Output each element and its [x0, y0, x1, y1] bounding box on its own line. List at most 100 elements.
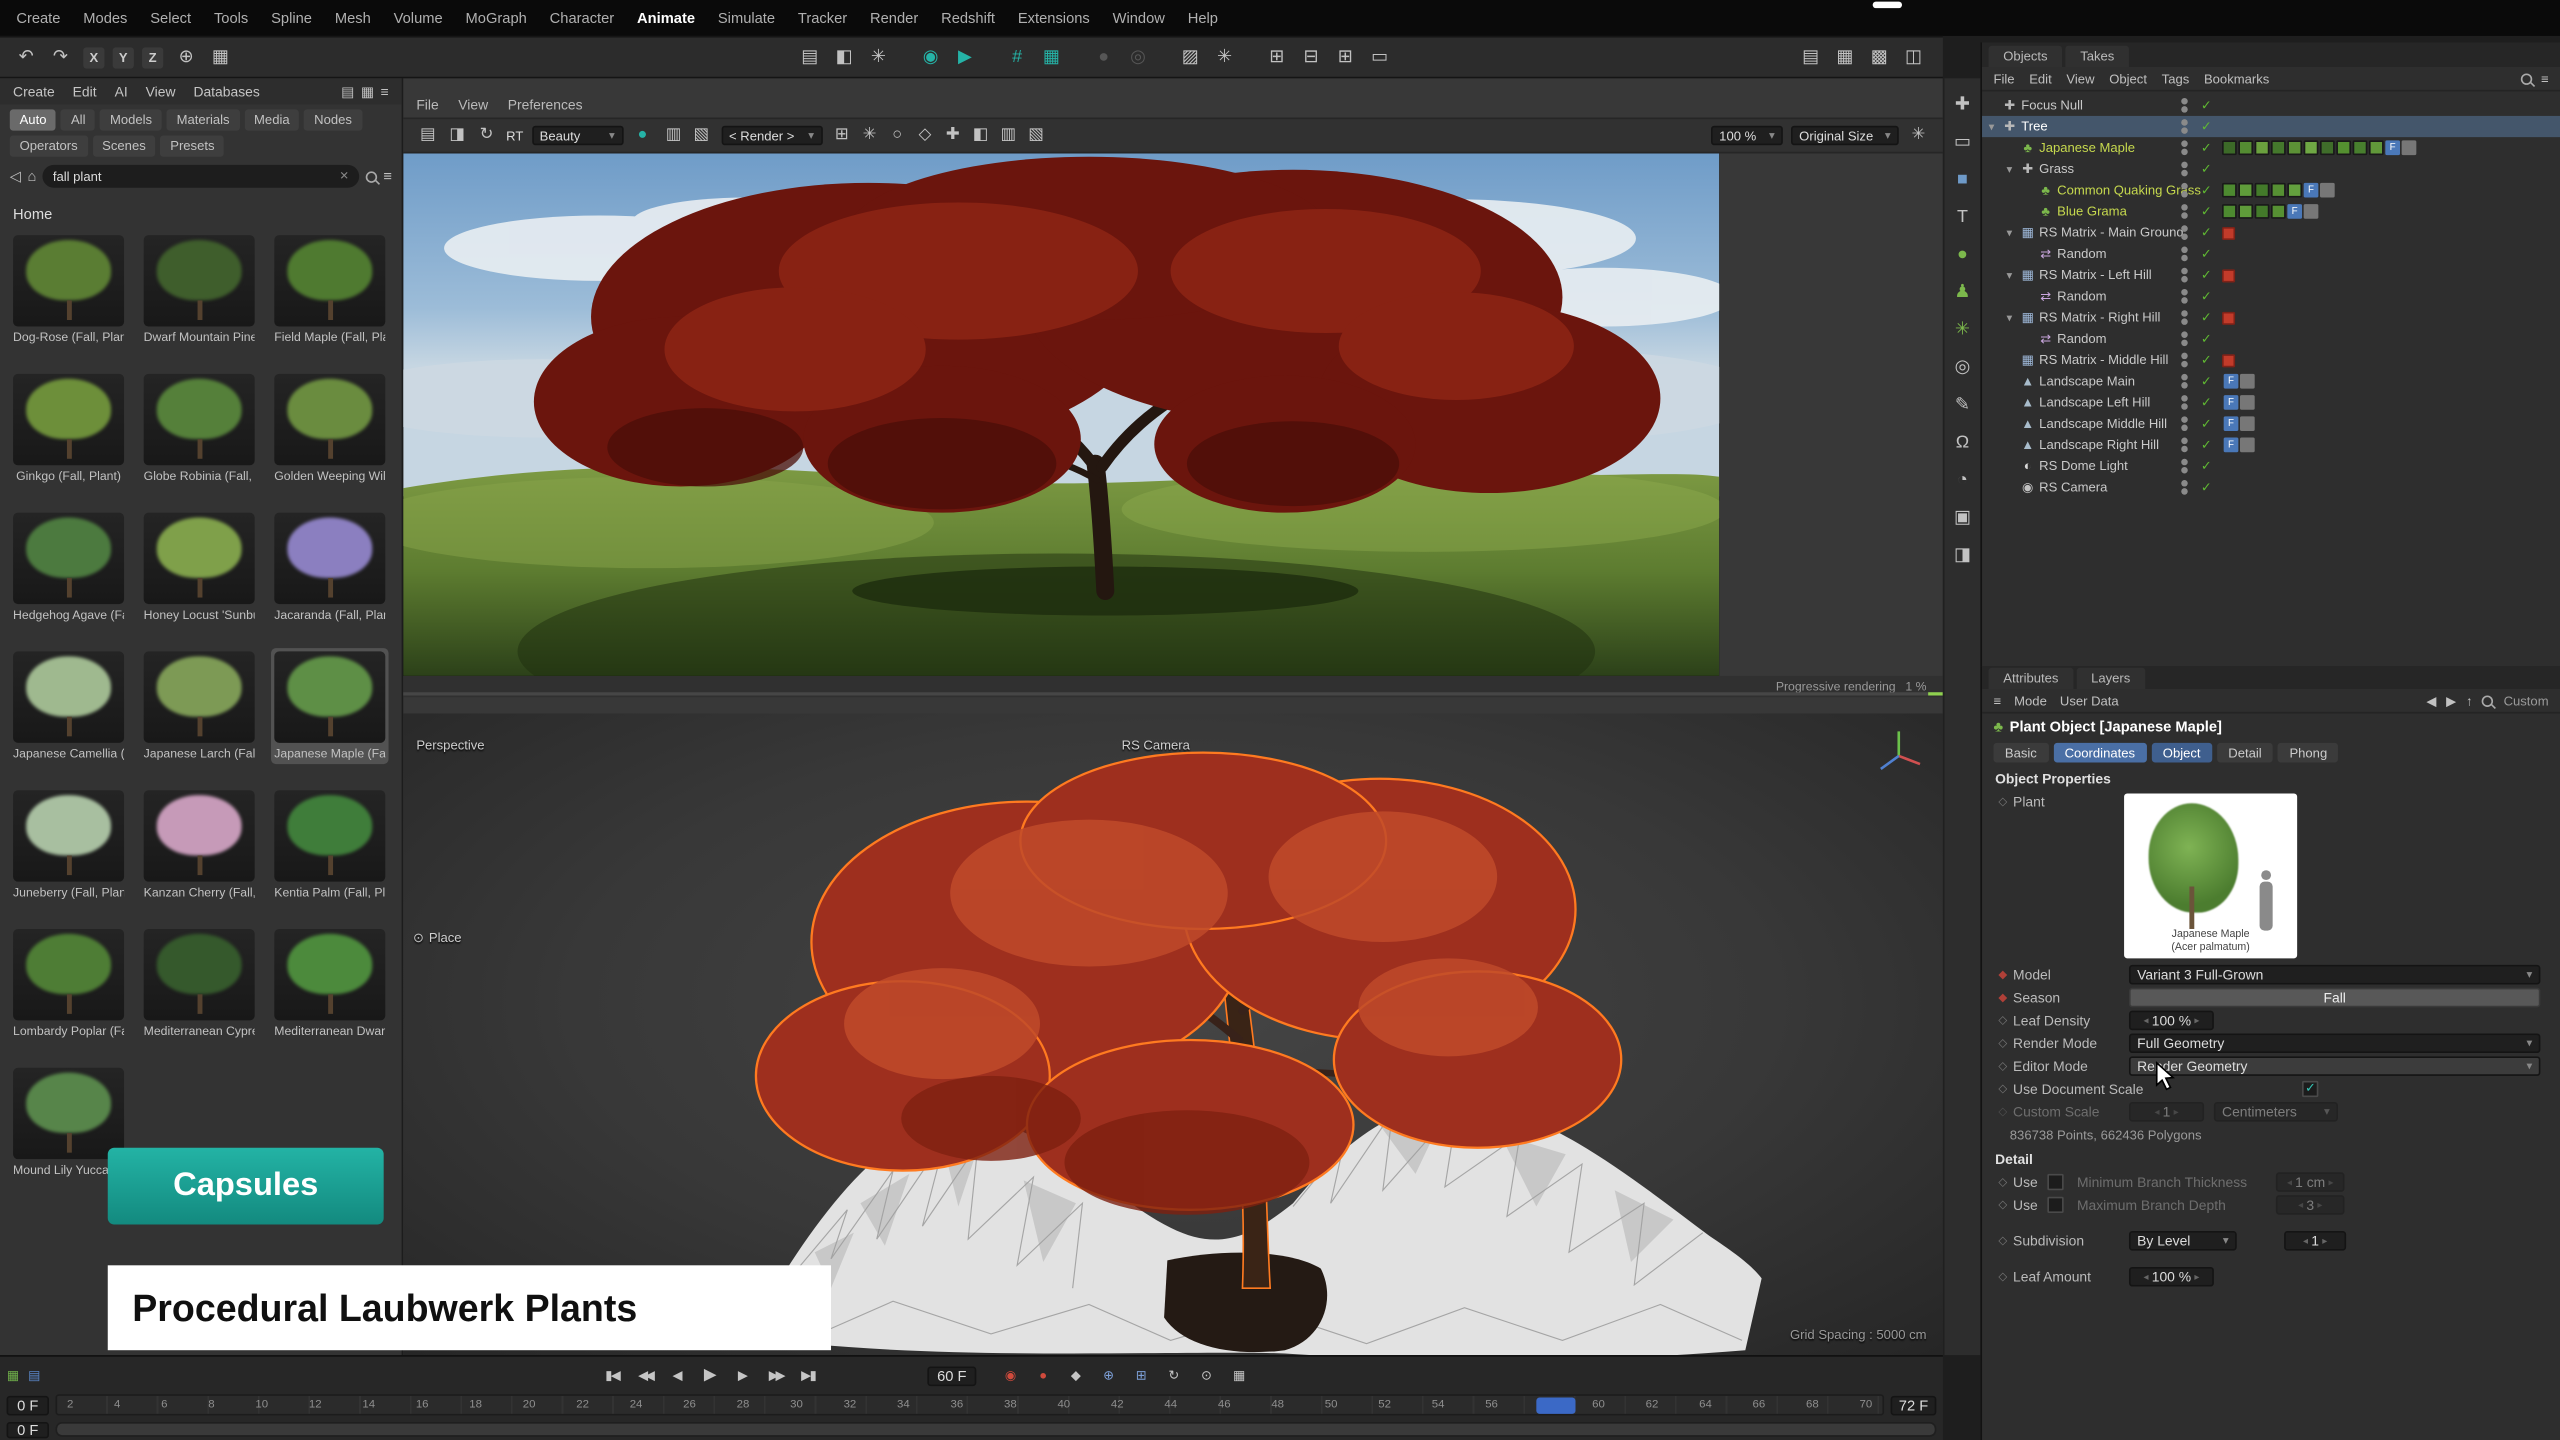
- toolbar-icon[interactable]: [47, 44, 73, 70]
- expand-arrow-icon[interactable]: [1989, 120, 2002, 133]
- material-chip[interactable]: [2287, 183, 2302, 198]
- editor-mode-dropdown[interactable]: Render Geometry: [2129, 1056, 2540, 1076]
- asset-menu-item[interactable]: View: [146, 83, 176, 99]
- enabled-check-icon[interactable]: [2201, 268, 2212, 283]
- expand-arrow-icon[interactable]: [2007, 162, 2020, 175]
- visibility-toggles[interactable]: [2181, 480, 2189, 495]
- fields-tag-icon[interactable]: [2224, 438, 2239, 453]
- plant-card[interactable]: Japanese Larch (Fall, ...: [140, 648, 258, 764]
- season-slider[interactable]: Fall: [2129, 988, 2540, 1008]
- record-button[interactable]: [1195, 1365, 1218, 1386]
- mode-menu[interactable]: Mode: [2014, 693, 2047, 708]
- tool-icon[interactable]: [1949, 429, 1975, 455]
- object-row[interactable]: Random: [1982, 286, 2560, 307]
- render-toolbar-icon[interactable]: [662, 124, 685, 147]
- tool-icon[interactable]: [1949, 392, 1975, 418]
- menu-item[interactable]: Render: [870, 10, 918, 26]
- redshift-object-tag-icon[interactable]: [2222, 311, 2235, 324]
- menu-item[interactable]: Select: [150, 10, 191, 26]
- menu-item[interactable]: Help: [1188, 10, 1218, 26]
- render-toolbar-icon[interactable]: [446, 124, 469, 147]
- menu-item[interactable]: Animate: [637, 10, 695, 26]
- zoom-dropdown[interactable]: 100 %: [1711, 126, 1783, 146]
- perspective-viewport[interactable]: Perspective RS Camera ⊙Place Grid Spacin…: [403, 713, 1943, 1355]
- material-chip[interactable]: [2271, 204, 2286, 219]
- render-toolbar-icon[interactable]: [858, 124, 881, 147]
- record-button[interactable]: [1064, 1365, 1087, 1386]
- transport-button[interactable]: [601, 1365, 624, 1386]
- enabled-check-icon[interactable]: [2201, 459, 2212, 474]
- render-toolbar-icon[interactable]: [416, 124, 439, 147]
- toolbar-icon[interactable]: [1211, 44, 1237, 70]
- layers-small-icon[interactable]: ▤: [26, 1367, 42, 1383]
- plant-card[interactable]: Japanese Camellia (Fal...: [10, 648, 128, 764]
- asset-menu-item[interactable]: Databases: [193, 83, 259, 99]
- asset-tab[interactable]: Materials: [167, 109, 240, 130]
- material-chip[interactable]: [2353, 140, 2368, 155]
- toolbar-icon[interactable]: [1177, 44, 1203, 70]
- visibility-toggles[interactable]: [2181, 438, 2189, 453]
- visibility-toggles[interactable]: [2181, 353, 2189, 368]
- material-chip[interactable]: [2238, 204, 2253, 219]
- visibility-toggles[interactable]: [2181, 289, 2189, 304]
- render-toolbar-icon[interactable]: [941, 124, 964, 147]
- visibility-toggles[interactable]: [2181, 140, 2189, 155]
- enabled-check-icon[interactable]: [2201, 140, 2212, 155]
- render-toolbar-icon[interactable]: [690, 124, 713, 147]
- fields-tag-icon[interactable]: [2304, 183, 2319, 198]
- layout-icon[interactable]: [1832, 44, 1858, 70]
- hamburger-icon[interactable]: ≡: [1993, 693, 2001, 708]
- asset-tab[interactable]: Scenes: [92, 136, 155, 157]
- menu-item[interactable]: MoGraph: [466, 10, 527, 26]
- range-end-field[interactable]: 72 F: [1891, 1395, 1937, 1415]
- leaf-amount-field[interactable]: 100 %: [2129, 1267, 2214, 1287]
- timeline-ruler[interactable]: 2468101214161820222426283032343638404244…: [56, 1394, 1885, 1415]
- redshift-object-tag-icon[interactable]: [2222, 226, 2235, 239]
- menu-item[interactable]: Volume: [394, 10, 443, 26]
- object-row[interactable]: Grass: [1982, 158, 2560, 179]
- asset-menu-item[interactable]: AI: [115, 83, 128, 99]
- object-row[interactable]: RS Matrix - Left Hill: [1982, 264, 2560, 285]
- enabled-check-icon[interactable]: [2201, 353, 2212, 368]
- preview-range-bar[interactable]: [56, 1422, 1937, 1437]
- redshift-toolbar-icon[interactable]: [918, 44, 944, 70]
- material-chip[interactable]: [2369, 140, 2384, 155]
- panel-tab[interactable]: Takes: [2066, 46, 2130, 67]
- max-branch-checkbox[interactable]: [2048, 1197, 2064, 1213]
- object-row[interactable]: Random: [1982, 328, 2560, 349]
- min-branch-checkbox[interactable]: [2048, 1174, 2064, 1190]
- back-arrow-icon[interactable]: ◀: [2426, 693, 2436, 708]
- panel-grid-icon[interactable]: [361, 83, 374, 99]
- tool-icon[interactable]: [1949, 542, 1975, 568]
- menu-item[interactable]: Create: [16, 10, 60, 26]
- playhead[interactable]: [1536, 1398, 1575, 1414]
- subdivision-dropdown[interactable]: By Level: [2129, 1231, 2237, 1251]
- menu-item[interactable]: Spline: [271, 10, 312, 26]
- menu-item[interactable]: Tools: [214, 10, 248, 26]
- expand-arrow-icon[interactable]: [2007, 226, 2020, 239]
- key-icon[interactable]: [1998, 1176, 2013, 1189]
- asset-tab[interactable]: Nodes: [304, 109, 361, 130]
- render-toolbar-icon[interactable]: [797, 44, 823, 70]
- plant-card[interactable]: Hedgehog Agave (Fall...: [10, 509, 128, 625]
- custom-scale-unit-dropdown[interactable]: Centimeters: [2214, 1102, 2338, 1122]
- render-toolbar-icon[interactable]: [475, 124, 498, 147]
- tool-icon[interactable]: [1949, 204, 1975, 230]
- material-chip[interactable]: [2336, 140, 2351, 155]
- render-toolbar-icon[interactable]: [886, 124, 909, 147]
- render-view-menu-item[interactable]: Preferences: [508, 96, 583, 112]
- enabled-check-icon[interactable]: [2201, 204, 2212, 219]
- custom-mode-label[interactable]: Custom: [2504, 693, 2549, 708]
- render-settings-gear-icon[interactable]: [1907, 124, 1930, 147]
- transport-button[interactable]: [633, 1365, 656, 1386]
- record-button[interactable]: [1032, 1365, 1055, 1386]
- max-branch-field[interactable]: 3: [2276, 1195, 2345, 1215]
- visibility-toggles[interactable]: [2181, 395, 2189, 410]
- material-chip[interactable]: [2271, 140, 2286, 155]
- search-icon[interactable]: [2521, 73, 2532, 84]
- object-row[interactable]: RS Matrix - Main Ground: [1982, 222, 2560, 243]
- tool-icon[interactable]: [1949, 242, 1975, 268]
- material-chip[interactable]: [2238, 140, 2253, 155]
- visibility-toggles[interactable]: [2181, 98, 2189, 113]
- toolbar-icon[interactable]: [1332, 44, 1358, 70]
